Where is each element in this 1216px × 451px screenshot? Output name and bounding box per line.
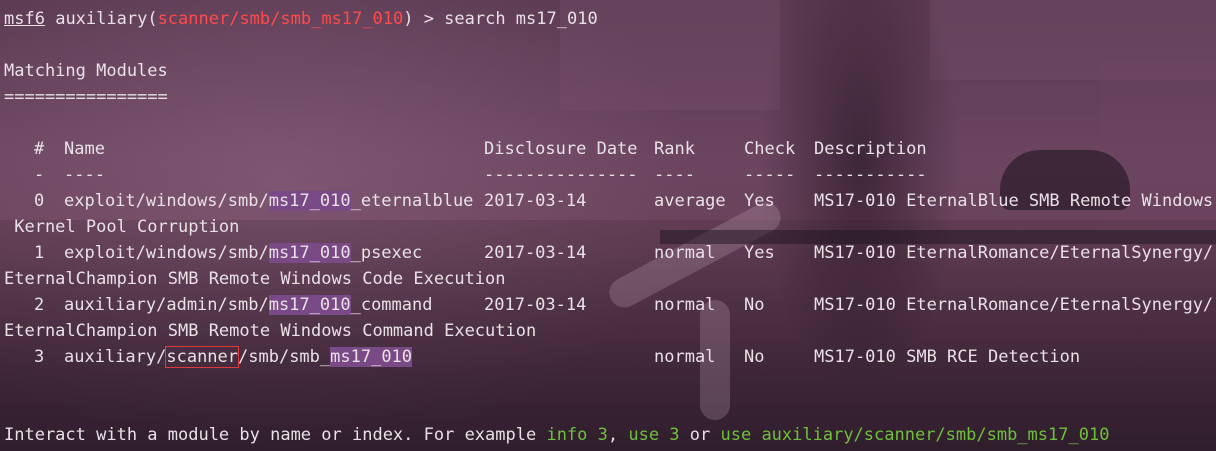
- disclosure-date: 2017-03-14: [484, 243, 587, 263]
- col-name: Name: [64, 139, 105, 159]
- rank: normal: [654, 295, 716, 315]
- col-check: Check: [744, 139, 796, 159]
- check: No: [744, 295, 765, 315]
- module-name: auxiliary/scanner/smb/smb_ms17_010: [64, 346, 413, 368]
- disclosure-date: 2017-03-14: [484, 191, 587, 211]
- col-description: Description: [814, 139, 927, 159]
- example-command: info 3: [546, 425, 608, 445]
- col-rank: Rank: [654, 139, 695, 159]
- example-command: use auxiliary/scanner/smb/smb_ms17_010: [720, 425, 1110, 445]
- description: MS17-010 SMB RCE Detection: [814, 347, 1081, 367]
- check: Yes: [744, 243, 775, 263]
- rank: normal: [654, 243, 716, 263]
- rank: normal: [654, 347, 716, 367]
- prompt-line: msf6 auxiliary(scanner/smb/smb_ms17_010)…: [4, 9, 598, 29]
- row-index: 1: [34, 243, 45, 263]
- row-index: 0: [34, 191, 45, 211]
- search-match-highlight: ms17_010: [268, 295, 351, 315]
- module-name: exploit/windows/smb/ms17_010_eternalblue: [64, 191, 474, 211]
- command-text: > search ms17_010: [413, 9, 598, 29]
- row-index: 2: [34, 295, 45, 315]
- check: No: [744, 347, 765, 367]
- col-index: #: [34, 139, 45, 159]
- search-match-highlight: ms17_010: [330, 347, 413, 367]
- example-command: use 3: [628, 425, 680, 445]
- section-heading: Matching Modules: [4, 61, 168, 81]
- prompt-app: msf6: [4, 9, 45, 29]
- disclosure-date: 2017-03-14: [484, 295, 587, 315]
- terminal[interactable]: msf6 auxiliary(scanner/smb/smb_ms17_010)…: [0, 0, 1216, 451]
- usage-hint: Interact with a module by name or index.…: [4, 425, 1110, 445]
- module-name: exploit/windows/smb/ms17_010_psexec: [64, 243, 423, 263]
- description: MS17-010 EternalRomance/EternalSynergy/: [814, 243, 1214, 263]
- description-wrap: EternalChampion SMB Remote Windows Code …: [4, 269, 506, 289]
- description: MS17-010 EternalRomance/EternalSynergy/: [814, 295, 1214, 315]
- row-index: 3: [34, 347, 45, 367]
- col-date: Disclosure Date: [484, 139, 638, 159]
- description-wrap: EternalChampion SMB Remote Windows Comma…: [4, 321, 537, 341]
- section-underline: ================: [4, 87, 168, 107]
- module-name: auxiliary/admin/smb/ms17_010_command: [64, 295, 433, 315]
- check: Yes: [744, 191, 775, 211]
- description-wrap: Kernel Pool Corruption: [4, 217, 240, 237]
- rank: average: [654, 191, 726, 211]
- search-match-highlight: ms17_010: [268, 243, 351, 263]
- description: MS17-010 EternalBlue SMB Remote Windows: [814, 191, 1214, 211]
- annotation-box: scanner: [165, 346, 240, 368]
- search-match-highlight: ms17_010: [268, 191, 351, 211]
- prompt-module: scanner/smb/smb_ms17_010: [157, 9, 404, 29]
